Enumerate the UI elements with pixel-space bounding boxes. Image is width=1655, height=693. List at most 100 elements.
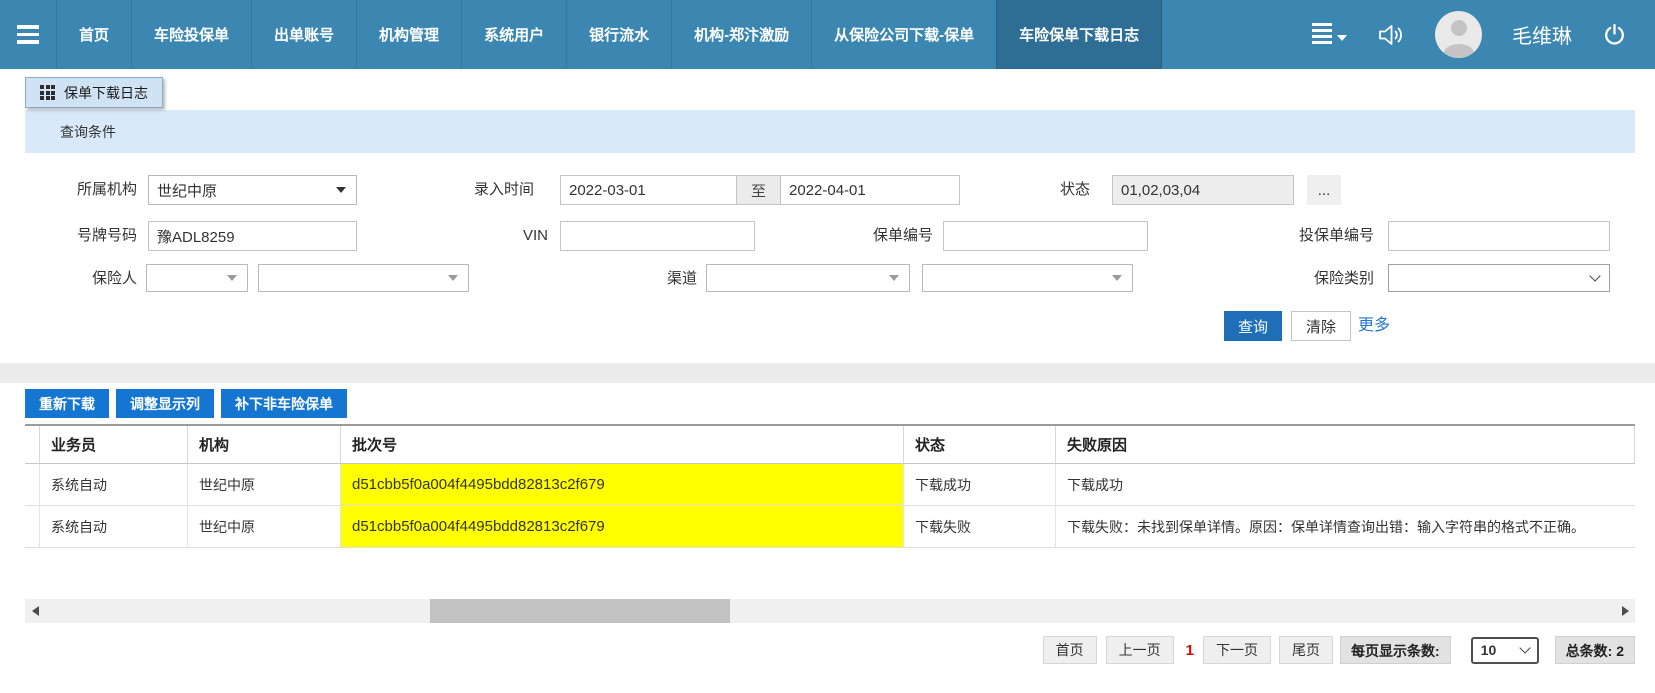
per-page-label: 每页显示条数: — [1339, 636, 1451, 664]
status-more-button[interactable]: ... — [1307, 175, 1341, 205]
caret-down-icon — [336, 187, 346, 193]
main-nav: 首页 车险投保单 出单账号 机构管理 系统用户 银行流水 机构-郑汴激励 从保险… — [56, 0, 1163, 69]
caret-down-icon — [889, 275, 899, 281]
pagination: 首页 上一页 1 下一页 尾页 每页显示条数: 10 总条数: 2 — [25, 636, 1635, 664]
next-page-button[interactable]: 下一页 — [1202, 636, 1271, 664]
row-empty-cell — [25, 506, 40, 547]
channel-select-2[interactable] — [922, 264, 1133, 292]
scrollbar-thumb[interactable] — [430, 599, 730, 623]
list-bars — [1312, 22, 1332, 44]
quick-menu-icon[interactable] — [1312, 22, 1347, 47]
row-org: 世纪中原 — [188, 506, 341, 547]
policy-no-label: 保单编号 — [872, 227, 933, 244]
adjust-columns-button[interactable]: 调整显示列 — [116, 389, 214, 418]
row-empty-cell — [25, 464, 40, 505]
tab-policy-download-log[interactable]: 保单下载日志 — [25, 77, 163, 108]
query-panel-title: 查询条件 — [25, 110, 1635, 153]
caret-down-icon — [1337, 34, 1347, 41]
entry-time-to-input[interactable] — [780, 175, 960, 205]
channel-select-1[interactable] — [706, 264, 910, 292]
triangle-right-icon — [1621, 606, 1629, 616]
proposal-no-label: 投保单编号 — [1298, 227, 1374, 244]
per-page-select[interactable]: 10 — [1470, 636, 1539, 664]
more-link[interactable]: 更多 — [1358, 311, 1390, 341]
nav-item-bank-flow[interactable]: 银行流水 — [566, 0, 671, 69]
nav-item-home[interactable]: 首页 — [56, 0, 131, 69]
tab-bar: 保单下载日志 — [0, 69, 1655, 110]
row-batch-no: d51cbb5f0a004f4495bdd82813c2f679 — [341, 506, 904, 547]
org-select-value: 世纪中原 — [157, 182, 218, 200]
org-label: 所属机构 — [76, 181, 137, 198]
chevron-down-icon — [1589, 270, 1601, 282]
caret-down-icon — [227, 275, 237, 281]
entry-time-label: 录入时间 — [473, 181, 534, 198]
grid-icon — [40, 85, 55, 100]
channel-label: 渠道 — [666, 270, 697, 287]
search-button[interactable]: 查询 — [1224, 311, 1282, 341]
plate-input[interactable] — [148, 221, 357, 251]
header-salesman: 业务员 — [40, 426, 188, 463]
insurer-label: 保险人 — [91, 270, 137, 287]
last-page-button[interactable]: 尾页 — [1278, 636, 1333, 664]
header-empty — [25, 426, 40, 463]
nav-item-org-management[interactable]: 机构管理 — [356, 0, 461, 69]
vin-label: VIN — [522, 227, 548, 244]
per-page-value: 10 — [1480, 642, 1497, 658]
row-org: 世纪中原 — [188, 464, 341, 505]
download-non-auto-button[interactable]: 补下非车险保单 — [221, 389, 347, 418]
table-header-row: 业务员 机构 批次号 状态 失败原因 — [25, 426, 1635, 464]
entry-time-from-input[interactable] — [560, 175, 737, 205]
plate-label: 号牌号码 — [76, 227, 137, 244]
total-count-label: 总条数: 2 — [1554, 636, 1635, 664]
scroll-right-arrow[interactable] — [1615, 599, 1635, 623]
nav-item-system-users[interactable]: 系统用户 — [461, 0, 566, 69]
row-salesman: 系统自动 — [40, 464, 188, 505]
insurer-select-1[interactable] — [146, 264, 248, 292]
avatar-head — [1450, 20, 1467, 36]
nav-item-auto-proposal[interactable]: 车险投保单 — [131, 0, 251, 69]
query-form: 所属机构 世纪中原 录入时间 至 状态 ... 号牌号码 VIN 保单编号 投保… — [25, 153, 1635, 363]
query-panel: 查询条件 所属机构 世纪中原 录入时间 至 状态 ... 号牌号码 VIN 保单… — [25, 110, 1635, 363]
row-status: 下载成功 — [904, 464, 1056, 505]
insurer-select-2[interactable] — [258, 264, 469, 292]
row-status: 下载失败 — [904, 506, 1056, 547]
logout-power-icon[interactable] — [1602, 22, 1627, 47]
divider-band — [0, 363, 1655, 383]
policy-no-input[interactable] — [943, 221, 1148, 251]
tab-label: 保单下载日志 — [64, 84, 148, 101]
header-status: 状态 — [904, 426, 1056, 463]
header-fail-reason: 失败原因 — [1056, 426, 1635, 463]
table-row[interactable]: 系统自动 世纪中原 d51cbb5f0a004f4495bdd82813c2f6… — [25, 506, 1635, 548]
navbar-right: 毛维琳 — [1312, 0, 1655, 69]
top-navbar: 首页 车险投保单 出单账号 机构管理 系统用户 银行流水 机构-郑汴激励 从保险… — [0, 0, 1655, 69]
triangle-left-icon — [31, 606, 39, 616]
horizontal-scrollbar[interactable] — [25, 599, 1635, 623]
entry-time-to-separator: 至 — [736, 175, 781, 205]
avatar[interactable] — [1435, 11, 1482, 58]
redownload-button[interactable]: 重新下载 — [25, 389, 109, 418]
header-batch-no: 批次号 — [341, 426, 904, 463]
status-input[interactable] — [1112, 175, 1294, 205]
proposal-no-input[interactable] — [1388, 221, 1610, 251]
row-fail-reason: 下载失败：未找到保单详情。原因：保单详情查询出错：输入字符串的格式不正确。 — [1067, 518, 1585, 535]
status-label: 状态 — [1059, 181, 1090, 198]
insurance-type-select[interactable] — [1388, 264, 1610, 292]
hamburger-menu-icon[interactable] — [0, 0, 56, 69]
first-page-button[interactable]: 首页 — [1042, 636, 1097, 664]
nav-item-issuing-account[interactable]: 出单账号 — [251, 0, 356, 69]
nav-item-download-from-insurer[interactable]: 从保险公司下载-保单 — [811, 0, 996, 69]
vin-input[interactable] — [560, 221, 755, 251]
org-select[interactable]: 世纪中原 — [148, 175, 357, 205]
header-org: 机构 — [188, 426, 341, 463]
prev-page-button[interactable]: 上一页 — [1105, 636, 1174, 664]
nav-item-policy-download-log[interactable]: 车险保单下载日志 — [996, 0, 1163, 69]
nav-item-org-incentive[interactable]: 机构-郑汴激励 — [671, 0, 811, 69]
sound-icon[interactable] — [1377, 22, 1405, 48]
table-row[interactable]: 系统自动 世纪中原 d51cbb5f0a004f4495bdd82813c2f6… — [25, 464, 1635, 506]
row-fail-reason: 下载成功 — [1067, 476, 1123, 493]
scroll-left-arrow[interactable] — [25, 599, 45, 623]
table-toolbar: 重新下载 调整显示列 补下非车险保单 — [25, 389, 1635, 418]
row-batch-no: d51cbb5f0a004f4495bdd82813c2f679 — [341, 464, 904, 505]
clear-button[interactable]: 清除 — [1291, 311, 1351, 341]
avatar-torso — [1443, 44, 1474, 58]
